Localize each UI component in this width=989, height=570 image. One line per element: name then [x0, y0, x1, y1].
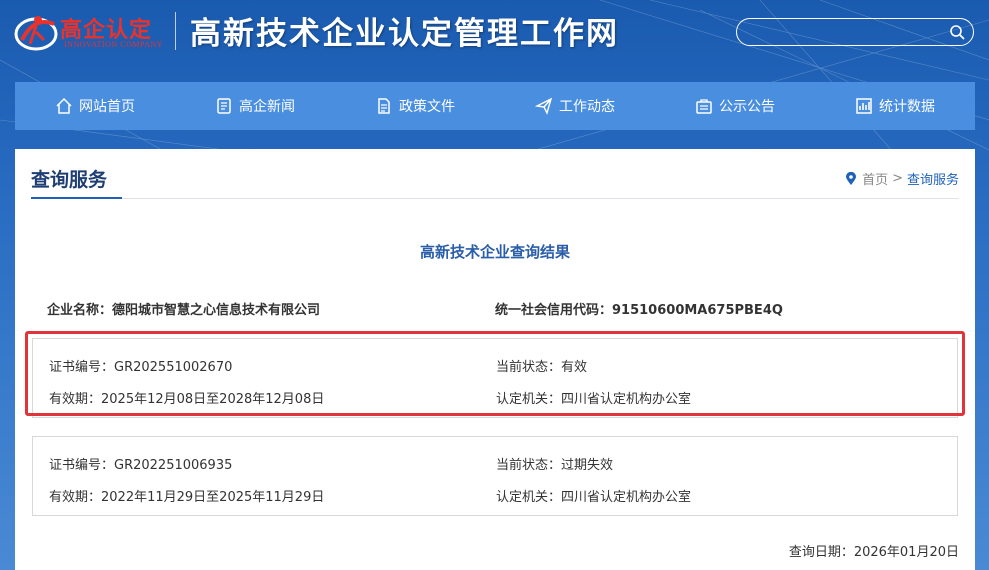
nav-label: 工作动态	[559, 99, 615, 115]
nav-item-work[interactable]: 工作动态	[535, 82, 615, 130]
news-icon	[217, 98, 231, 114]
section-title: 查询服务	[31, 169, 108, 191]
company-name: 企业名称：德阳城市智慧之心信息技术有限公司	[47, 303, 321, 318]
site-title: 高新技术企业认定管理工作网	[190, 16, 619, 52]
header-divider	[175, 12, 176, 50]
search-input[interactable]	[747, 22, 941, 44]
site-header: 高企认定 INNOVATION COMPANY 高新技术企业认定管理工作网	[0, 0, 989, 72]
highlight-frame	[25, 331, 965, 416]
main-nav: 网站首页 高企新闻 政策文件 工作动态 公示公告 统计数据	[15, 82, 975, 130]
nav-label: 公示公告	[719, 99, 775, 115]
certificate-number: 证书编号：GR202251006935	[49, 458, 233, 473]
nav-item-notice[interactable]: 公示公告	[695, 82, 775, 130]
home-icon	[56, 97, 72, 114]
certificate-validity: 有效期：2022年11月29日至2025年11月29日	[49, 490, 325, 505]
nav-label: 高企新闻	[239, 99, 295, 115]
query-date: 查询日期：2026年01月20日	[788, 545, 959, 560]
document-icon	[378, 98, 390, 114]
section-rule	[31, 198, 959, 199]
credit-code: 统一社会信用代码：91510600MA675PBE4Q	[495, 303, 783, 318]
nav-label: 政策文件	[399, 99, 455, 115]
logo-subtitle: INNOVATION COMPANY	[64, 40, 164, 49]
section-underline	[31, 197, 122, 199]
nav-label: 网站首页	[79, 99, 135, 115]
logo-mark-icon	[14, 16, 58, 51]
result-title: 高新技术企业查询结果	[419, 243, 570, 261]
certificate-authority: 认定机关：四川省认定机构办公室	[496, 490, 692, 505]
nav-item-policy[interactable]: 政策文件	[375, 82, 455, 130]
certificate-status: 当前状态：过期失效	[496, 458, 614, 473]
breadcrumb-home[interactable]: 首页	[862, 169, 888, 188]
nav-item-stats[interactable]: 统计数据	[855, 82, 935, 130]
nav-label: 统计数据	[879, 99, 935, 115]
location-pin-icon	[846, 171, 857, 185]
paper-plane-icon	[535, 97, 553, 115]
certificate-card: 证书编号：GR202251006935 当前状态：过期失效 有效期：2022年1…	[32, 436, 958, 516]
breadcrumb-separator: >	[892, 171, 903, 186]
search-icon[interactable]	[949, 24, 965, 40]
site-logo[interactable]: 高企认定 INNOVATION COMPANY	[14, 10, 164, 54]
notice-icon	[696, 99, 712, 114]
nav-item-home[interactable]: 网站首页	[55, 82, 135, 130]
search-box	[736, 18, 974, 46]
content-panel: 查询服务 首页 > 查询服务 高新技术企业查询结果 企业名称：德阳城市智慧之心信…	[15, 149, 975, 570]
breadcrumb-current[interactable]: 查询服务	[907, 169, 959, 188]
chart-icon	[856, 98, 872, 114]
nav-item-news[interactable]: 高企新闻	[215, 82, 295, 130]
breadcrumb: 首页 > 查询服务	[845, 169, 959, 188]
